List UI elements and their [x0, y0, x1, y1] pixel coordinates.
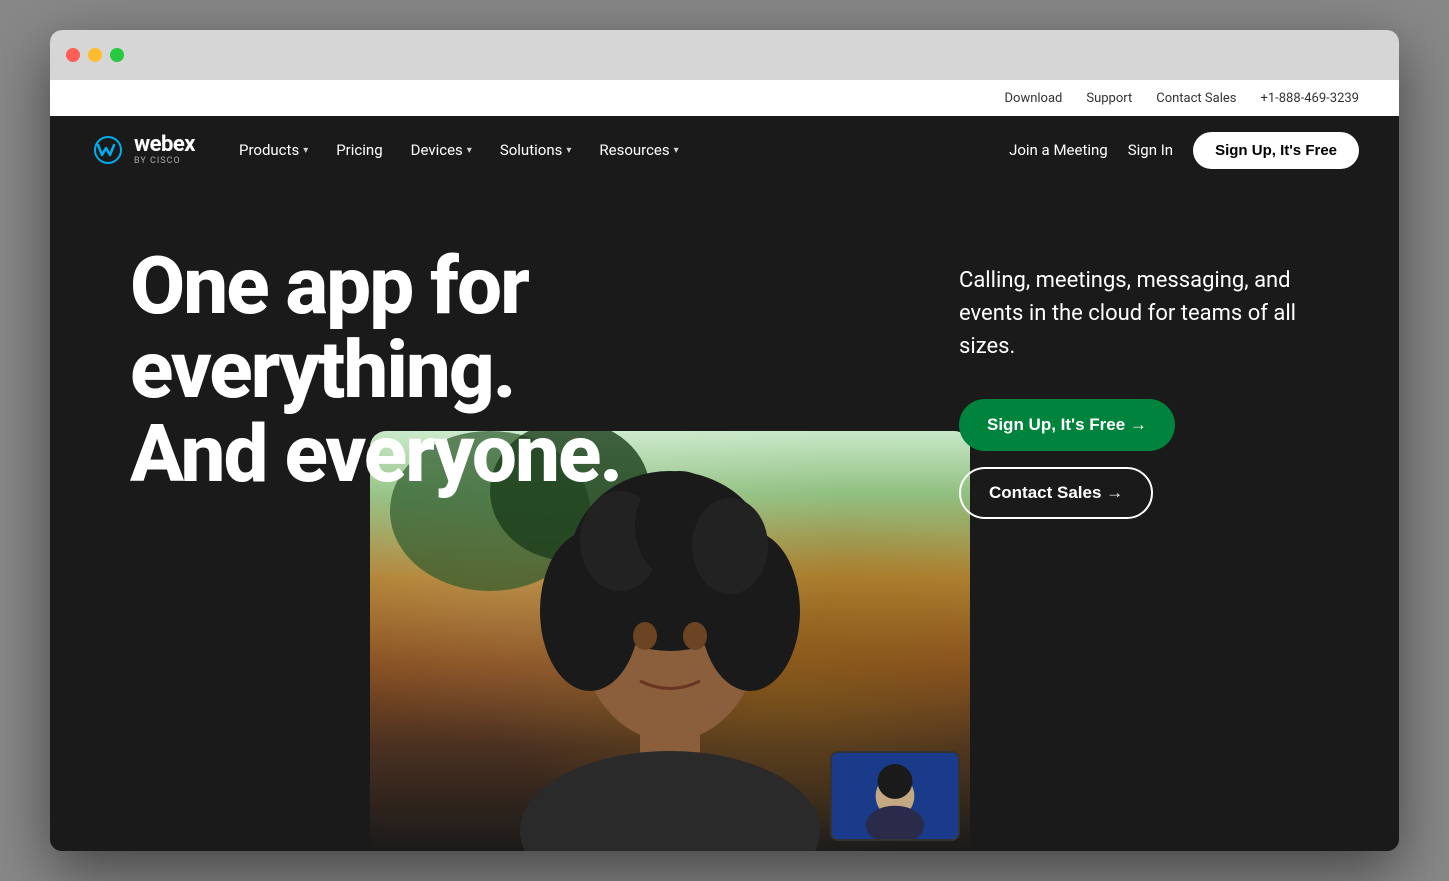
nav-right: Join a Meeting Sign In Sign Up, It's Fre… [1009, 132, 1359, 169]
sign-in-link[interactable]: Sign In [1128, 141, 1173, 159]
logo-text: webex by CISCO [134, 134, 195, 166]
nav-resources-label: Resources [599, 141, 669, 159]
nav-pricing-label: Pricing [336, 141, 382, 159]
hero-subtext: Calling, meetings, messaging, and events… [959, 264, 1299, 363]
webex-logo-icon [90, 136, 126, 164]
products-chevron-icon: ▾ [303, 145, 308, 156]
nav-solutions-label: Solutions [500, 141, 563, 159]
contact-sales-link[interactable]: Contact Sales [1156, 91, 1236, 106]
join-meeting-link[interactable]: Join a Meeting [1009, 141, 1108, 159]
utility-bar: Download Support Contact Sales +1-888-46… [50, 80, 1399, 116]
minimize-button-icon[interactable] [88, 48, 102, 62]
nav-solutions[interactable]: Solutions ▾ [488, 133, 584, 167]
maximize-button-icon[interactable] [110, 48, 124, 62]
nav-resources[interactable]: Resources ▾ [587, 133, 690, 167]
hero-right: Calling, meetings, messaging, and events… [959, 244, 1359, 851]
download-link[interactable]: Download [1005, 91, 1063, 106]
nav-pricing[interactable]: Pricing [324, 133, 394, 167]
hero-contact-sales-button[interactable]: Contact Sales → [959, 467, 1153, 519]
nav-devices[interactable]: Devices ▾ [399, 133, 484, 167]
hero-section: One app for everything. And everyone. Ca… [50, 184, 1399, 851]
browser-content: Download Support Contact Sales +1-888-46… [50, 80, 1399, 851]
hero-signup-button[interactable]: Sign Up, It's Free → [959, 399, 1175, 451]
nav-links: Products ▾ Pricing Devices ▾ Solutions ▾… [227, 133, 1009, 167]
solutions-chevron-icon: ▾ [566, 145, 571, 156]
nav-devices-label: Devices [411, 141, 463, 159]
logo-cisco: by CISCO [134, 156, 195, 166]
nav-products-label: Products [239, 141, 299, 159]
support-link[interactable]: Support [1086, 91, 1132, 106]
nav-products[interactable]: Products ▾ [227, 133, 320, 167]
browser-window: Download Support Contact Sales +1-888-46… [50, 30, 1399, 851]
main-nav: webex by CISCO Products ▾ Pricing Device… [50, 116, 1399, 184]
devices-chevron-icon: ▾ [467, 145, 472, 156]
close-button-icon[interactable] [66, 48, 80, 62]
logo-wordmark: webex [134, 134, 195, 156]
logo-area[interactable]: webex by CISCO [90, 134, 195, 166]
nav-signup-button[interactable]: Sign Up, It's Free [1193, 132, 1359, 169]
hero-left: One app for everything. And everyone. [130, 244, 959, 851]
resources-chevron-icon: ▾ [674, 145, 679, 156]
hero-headline: One app for everything. And everyone. [130, 244, 630, 496]
phone-link[interactable]: +1-888-469-3239 [1260, 91, 1359, 106]
browser-chrome [50, 30, 1399, 80]
